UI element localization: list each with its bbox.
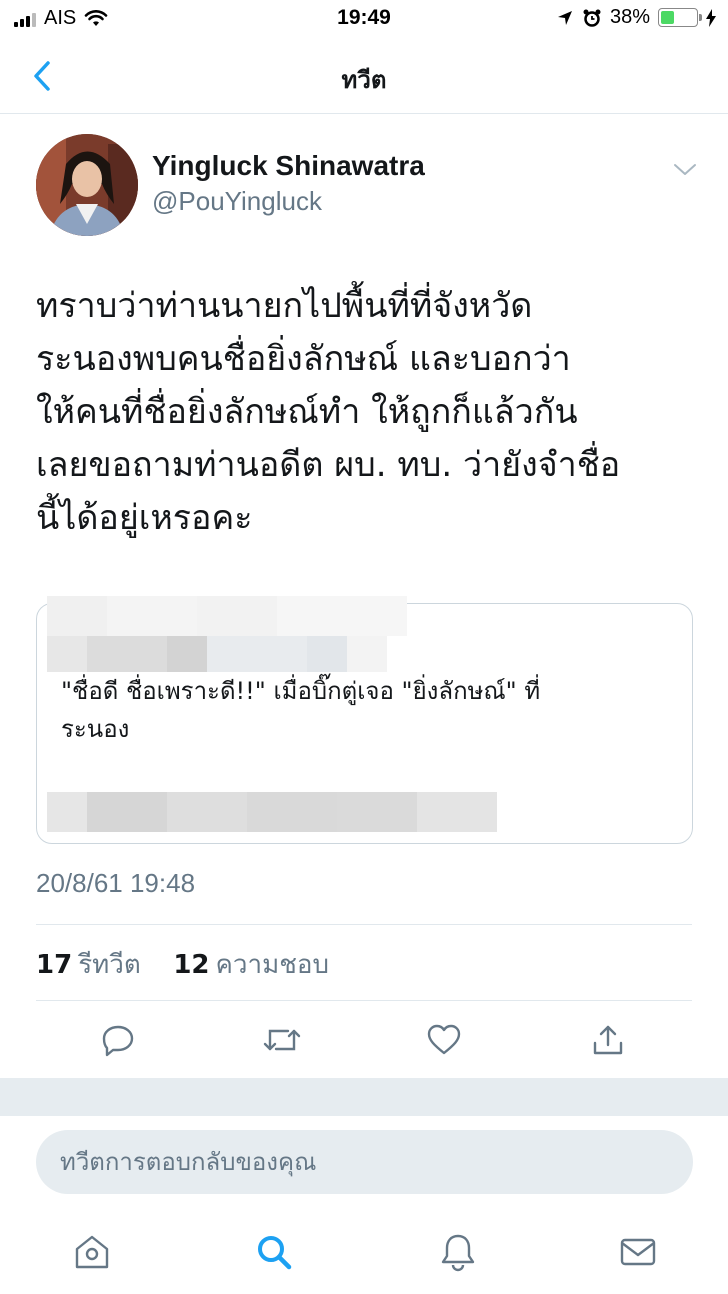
tab-search[interactable] — [252, 1230, 296, 1274]
charging-icon — [706, 8, 716, 27]
retweets-stat[interactable]: 17 รีทวีต — [36, 950, 141, 980]
status-right: 38% — [556, 6, 716, 29]
mail-icon — [620, 1238, 656, 1266]
retweet-button[interactable] — [262, 1018, 302, 1062]
tweet-text-line: ให้คนที่ชื่อยิ่งลักษณ์ทำ ให้ถูกก็แล้วกัน — [36, 392, 578, 432]
battery-percent: 38% — [609, 6, 650, 28]
reply-icon — [102, 1025, 134, 1057]
chevron-down-icon — [674, 164, 696, 175]
avatar[interactable] — [36, 134, 138, 236]
heart-icon — [427, 1024, 461, 1055]
divider — [36, 1000, 692, 1001]
bell-icon — [441, 1234, 475, 1272]
quoted-text-line: ระนอง — [61, 715, 130, 743]
reply-input[interactable] — [36, 1130, 693, 1194]
quoted-tweet-text: "ชื่อดี ชื่อเพราะดี!!" เมื่อบิ๊กตู่เจอ "… — [61, 672, 661, 748]
retweet-count: 17 — [36, 950, 73, 980]
battery-fill — [661, 11, 674, 24]
author-name[interactable]: Yingluck Shinawatra — [152, 150, 425, 182]
avatar-image — [36, 134, 138, 236]
reply-button[interactable] — [98, 1018, 138, 1062]
tab-messages[interactable] — [616, 1230, 660, 1274]
navigation-bar: ทวีต — [0, 38, 728, 114]
quoted-tweet-card[interactable]: "ชื่อดี ชื่อเพราะดี!!" เมื่อบิ๊กตู่เจอ "… — [36, 596, 693, 844]
tweet-text-line: เลยขอถามท่านอดีต ผบ. ทบ. ว่ายังจำชื่อ — [36, 445, 621, 485]
divider — [36, 924, 692, 925]
tweet-stats: 17 รีทวีต 12 ความชอบ — [36, 944, 329, 985]
like-button[interactable] — [424, 1018, 464, 1062]
quoted-text-line: "ชื่อดี ชื่อเพราะดี!!" เมื่อบิ๊กตู่เจอ "… — [61, 677, 541, 705]
battery-icon — [658, 8, 702, 27]
tweet-menu-button[interactable] — [672, 160, 698, 180]
search-icon — [258, 1236, 292, 1270]
retweet-label: รีทวีต — [78, 950, 141, 980]
location-icon — [557, 10, 572, 25]
author-handle[interactable]: @PouYingluck — [152, 186, 322, 217]
tab-home[interactable] — [70, 1230, 114, 1274]
retweet-icon — [263, 1029, 301, 1051]
share-button[interactable] — [588, 1018, 628, 1062]
page-title: ทวีต — [341, 67, 387, 94]
like-label: ความชอบ — [215, 950, 330, 980]
tweet-text-line: ทราบว่าท่านนายกไปพื้นที่ที่จังหวัด — [36, 286, 533, 326]
likes-stat[interactable]: 12 ความชอบ — [173, 950, 329, 980]
section-separator — [0, 1078, 728, 1116]
home-icon — [75, 1235, 109, 1269]
tweet-actions — [0, 1018, 728, 1062]
like-count: 12 — [173, 950, 210, 980]
status-bar: AIS 19:49 38% — [0, 0, 728, 38]
blurred-header-bottom — [47, 636, 387, 672]
tweet-timestamp: 20/8/61 19:48 — [36, 868, 196, 898]
tweet-text-line: นี้ได้อยู่เหรอคะ — [36, 498, 253, 538]
alarm-icon — [583, 9, 601, 27]
tab-notifications[interactable] — [436, 1230, 480, 1274]
blurred-header-top — [47, 596, 407, 636]
bottom-tab-bar — [0, 1212, 728, 1294]
blurred-footer — [47, 792, 497, 832]
share-icon — [593, 1025, 623, 1055]
tweet-text: ทราบว่าท่านนายกไปพื้นที่ที่จังหวัด ระนอง… — [36, 280, 704, 545]
reply-composer — [0, 1116, 728, 1212]
tweet-text-line: ระนองพบคนชื่อยิ่งลักษณ์ และบอกว่า — [36, 339, 571, 379]
